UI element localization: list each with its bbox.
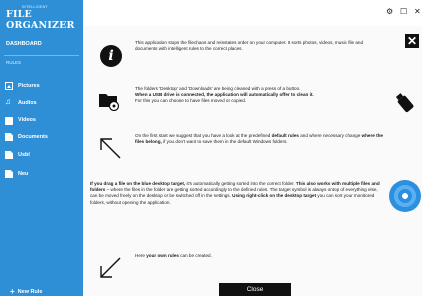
- own-rules-text: Here your own rules can be created.: [135, 253, 335, 259]
- default-rules-text-2: and where necessary change: [300, 133, 361, 138]
- info-icon: i: [100, 45, 122, 67]
- usb-drive-icon: [395, 93, 414, 113]
- sidebar-item-label: Videos: [18, 117, 36, 123]
- maximize-icon[interactable]: ☐: [400, 7, 407, 16]
- sidebar-item-audios[interactable]: Audios: [5, 97, 37, 109]
- arrow-down-left-icon: [100, 257, 121, 278]
- default-rules-text-4: if you don't want to save them in the de…: [163, 139, 288, 145]
- folders-text-3: For this you can choose to have files mo…: [135, 98, 247, 104]
- desktop-target-text-5: Using right-click on the desktop target: [232, 193, 317, 199]
- desktop-target-text-1: If you drag a file on the blue desktop t…: [90, 181, 186, 186]
- music-icon: [5, 98, 13, 107]
- document-icon: [5, 133, 13, 141]
- dashboard-link[interactable]: DASHBOARD: [6, 41, 42, 47]
- document-icon: [5, 170, 13, 178]
- sidebar-item-documents[interactable]: Documents: [5, 131, 48, 143]
- desktop-target-text: If you drag a file on the blue desktop t…: [90, 181, 382, 206]
- desktop-target-text-2: it's automatically getting sorted into t…: [186, 181, 295, 186]
- image-icon: [5, 82, 13, 90]
- overlay-close-icon[interactable]: ✕: [405, 34, 419, 48]
- app-logo: INTELLIGENT FILE ORGANIZER: [6, 5, 81, 31]
- arrow-up-left-icon: [100, 138, 121, 159]
- own-rules-text-1: Here: [135, 253, 145, 258]
- default-rules-link: default rules: [271, 133, 299, 138]
- sidebar-item-neu[interactable]: Neu: [5, 168, 28, 180]
- own-rules-text-3: can be created.: [180, 253, 212, 258]
- folder-clean-icon: [99, 94, 120, 111]
- close-window-icon[interactable]: ✕: [414, 7, 421, 16]
- new-rule-button[interactable]: + New Rule: [10, 287, 42, 296]
- sidebar-item-usbl[interactable]: Usbl: [5, 149, 30, 161]
- sidebar-item-videos[interactable]: Videos: [5, 114, 36, 126]
- title-bar: ⚙ ☐ ✕: [83, 0, 422, 26]
- sidebar-item-label: Pictures: [18, 83, 40, 89]
- default-rules-text: On the first start we suggest that you h…: [135, 133, 385, 145]
- folders-text: The folders 'Desktop' and 'Downloads' ar…: [135, 86, 385, 105]
- plus-icon: +: [10, 287, 15, 296]
- sidebar-item-label: Usbl: [18, 152, 30, 158]
- brand-title: FILE ORGANIZER: [6, 9, 75, 31]
- own-rules-text-2: your own rules: [146, 253, 179, 258]
- brand-small-text: INTELLIGENT: [22, 5, 48, 9]
- document-icon: [5, 151, 13, 159]
- default-rules-text-1: On the first start we suggest that you h…: [135, 133, 271, 138]
- rules-header: RULES: [6, 60, 22, 65]
- video-icon: [5, 116, 13, 125]
- desktop-target-icon: [389, 180, 421, 212]
- intro-text: This application stops the filechaos and…: [135, 40, 364, 52]
- close-button[interactable]: Close: [219, 283, 291, 296]
- sidebar-item-label: Neu: [18, 171, 29, 177]
- sidebar-item-label: Documents: [18, 134, 48, 140]
- sidebar-item-label: Audios: [18, 100, 37, 106]
- sidebar-item-pictures[interactable]: Pictures: [5, 80, 40, 92]
- new-rule-label: New Rule: [17, 289, 43, 295]
- folders-text-1: The folders 'Desktop' and 'Downloads' ar…: [135, 86, 301, 91]
- settings-gear-icon[interactable]: ⚙: [386, 7, 393, 16]
- folders-text-2: When a USB drive is connected, the appli…: [135, 92, 314, 98]
- sidebar: INTELLIGENT FILE ORGANIZER DASHBOARD RUL…: [0, 0, 83, 296]
- sidebar-divider: [4, 55, 79, 56]
